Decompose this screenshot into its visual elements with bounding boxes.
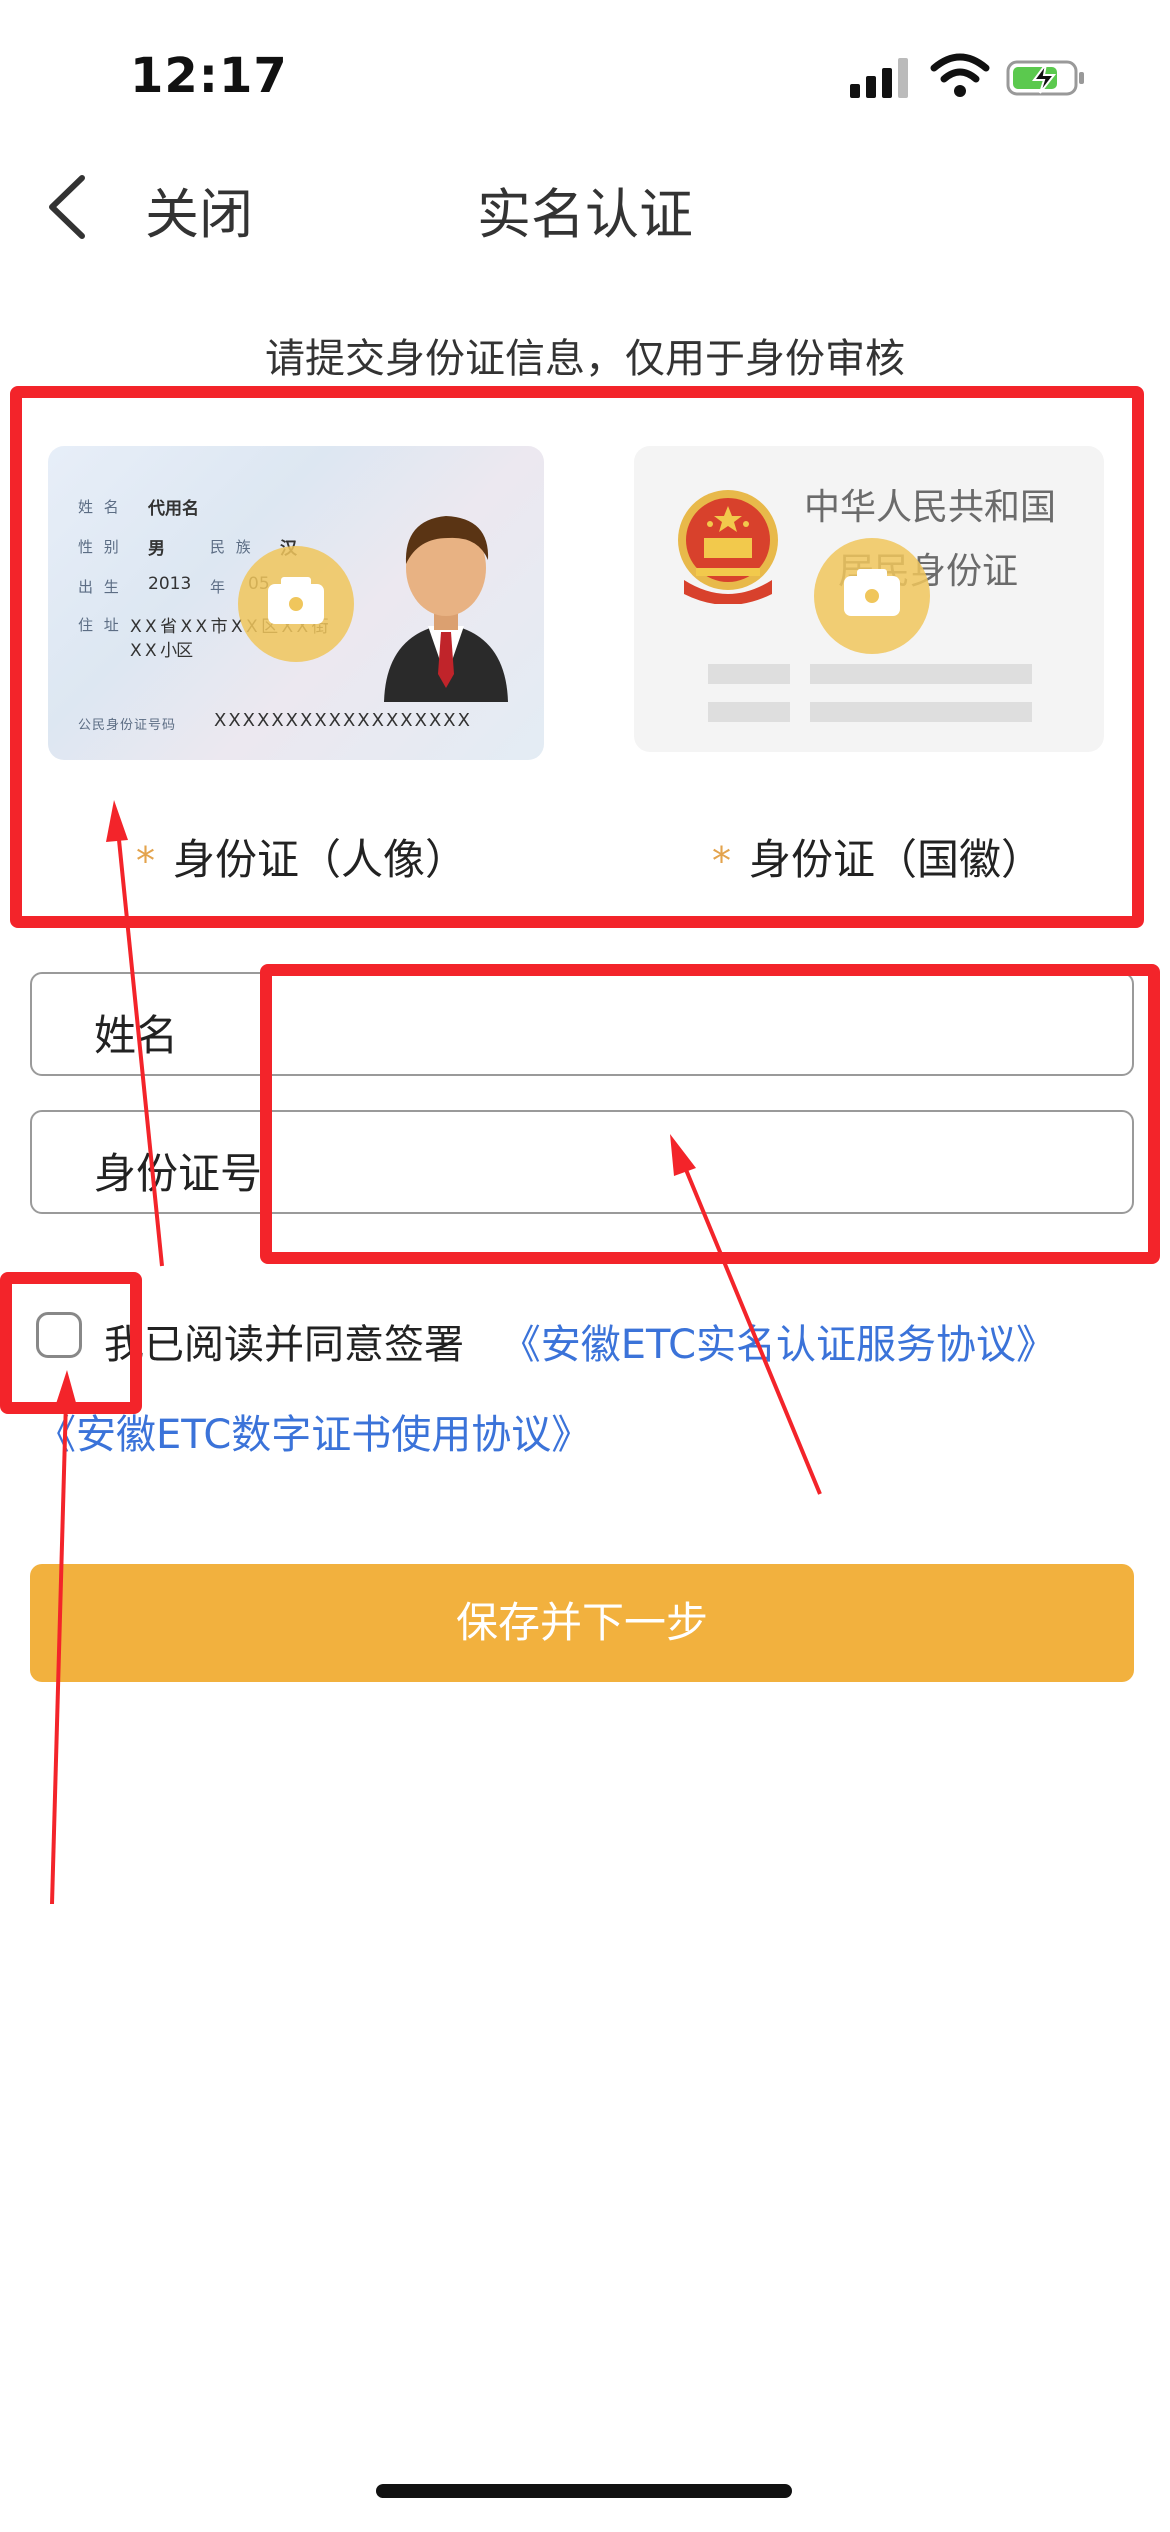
annotation-arrows <box>50 800 822 1905</box>
